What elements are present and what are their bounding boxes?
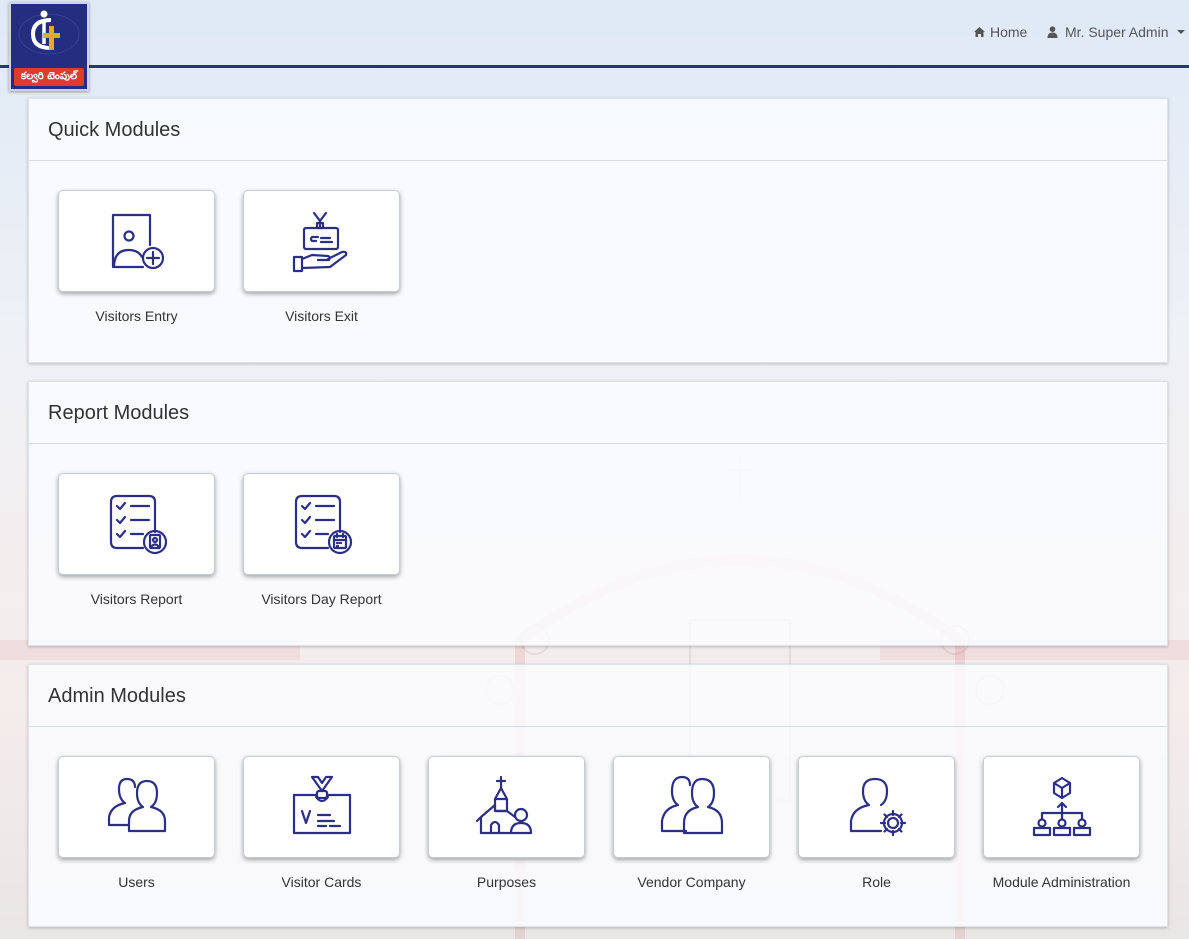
tile-visitors-day-report[interactable]: Visitors Day Report <box>243 473 400 607</box>
tile-visitor-cards[interactable]: Visitor Cards <box>243 756 400 890</box>
tile-label: Visitors Report <box>90 591 183 607</box>
report-modules-panel: Report Modules Visitors Report Visitors … <box>28 381 1168 646</box>
logo-text: కల్వరి టెంపుల్ <box>14 68 84 86</box>
user-menu-dropdown[interactable]: Mr. Super Admin <box>1047 24 1185 40</box>
tile-role[interactable]: Role <box>798 756 955 890</box>
org-chart-icon <box>1032 776 1091 837</box>
home-icon <box>974 27 985 37</box>
tile-label: Users <box>118 874 155 890</box>
nav-home-link[interactable]: Home <box>973 24 1027 40</box>
tile-module-administration[interactable]: Module Administration <box>983 756 1140 890</box>
church-person-icon <box>475 775 532 835</box>
logo-mark-icon <box>18 10 80 55</box>
tile-visitors-entry[interactable]: Visitors Entry <box>58 190 215 324</box>
quick-modules-title: Quick Modules <box>29 99 1167 161</box>
tile-label: Visitors Entry <box>95 308 178 324</box>
user-gear-icon <box>849 777 906 837</box>
top-header: Home Mr. Super Admin <box>0 0 1189 68</box>
tile-label: Visitors Exit <box>285 308 358 324</box>
user-menu-label: Mr. Super Admin <box>1065 24 1169 40</box>
visitor-card-icon <box>292 775 351 835</box>
tile-users[interactable]: Users <box>58 756 215 890</box>
tile-visitors-report[interactable]: Visitors Report <box>58 473 215 607</box>
tile-label: Visitor Cards <box>281 874 362 890</box>
tile-label: Visitors Day Report <box>261 591 382 607</box>
checklist-person-icon <box>109 494 167 555</box>
quick-modules-panel: Quick Modules Visitors Entry Visitors Ex… <box>28 98 1168 363</box>
user-icon <box>1047 26 1058 38</box>
visitor-add-icon <box>111 213 164 270</box>
vendor-people-icon <box>660 775 723 835</box>
admin-modules-title: Admin Modules <box>29 665 1167 727</box>
checklist-calendar-icon <box>294 494 352 555</box>
tile-vendor-company[interactable]: Vendor Company <box>613 756 770 890</box>
tile-purposes[interactable]: Purposes <box>428 756 585 890</box>
users-icon <box>107 777 166 833</box>
tile-label: Vendor Company <box>637 874 746 890</box>
tile-label: Module Administration <box>992 874 1131 890</box>
tile-label: Role <box>862 874 891 890</box>
id-card-hand-icon <box>292 211 347 273</box>
tile-label: Purposes <box>476 874 537 890</box>
admin-modules-panel: Admin Modules Users Visitor Cards Purpos… <box>28 664 1168 927</box>
tile-visitors-exit[interactable]: Visitors Exit <box>243 190 400 324</box>
caret-down-icon <box>1176 30 1185 34</box>
report-modules-title: Report Modules <box>29 382 1167 444</box>
nav-home-label: Home <box>990 24 1028 40</box>
brand-logo[interactable]: కల్వరి టెంపుల్ <box>9 2 89 91</box>
